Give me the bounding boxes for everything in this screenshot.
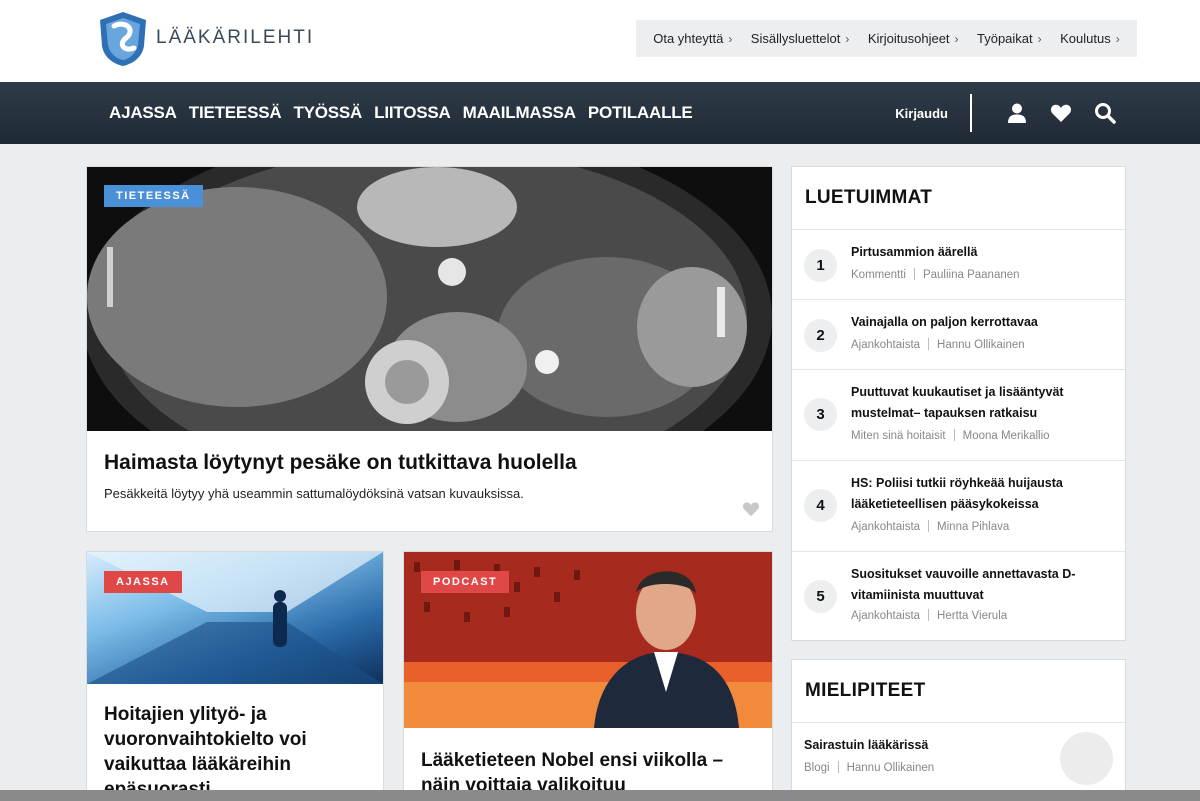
chevron-right-icon: ›	[728, 32, 733, 46]
hero-subtitle: Pesäkkeitä löytyy yhä useammin sattumalö…	[104, 486, 524, 501]
utility-link-guidelines[interactable]: Kirjoitusohjeet ›	[868, 31, 959, 46]
hero-article-card[interactable]: TIETEESSÄ Haimasta löytynyt pesäke on tu…	[86, 166, 773, 532]
site-logo[interactable]: LÄÄKÄRILEHTI	[96, 8, 314, 68]
most-read-title[interactable]: Pirtusammion äärellä	[851, 242, 1091, 263]
nav-actions: Kirjaudu	[895, 82, 1116, 144]
nav-divider	[970, 94, 972, 132]
most-read-meta: Ajankohtaista Hannu Ollikainen	[851, 338, 1025, 351]
opinions-heading: MIELIPITEET	[792, 660, 1125, 723]
category-label[interactable]: Ajankohtaista	[851, 339, 920, 351]
rank-number: 1	[804, 249, 837, 282]
rank-number: 4	[804, 489, 837, 522]
hero-image-ct-scan: TIETEESSÄ	[87, 167, 772, 431]
author-label[interactable]: Minna Pihlava	[937, 521, 1009, 533]
author-label[interactable]: Moona Merikallio	[963, 430, 1050, 442]
rank-number: 5	[804, 580, 837, 613]
heart-icon[interactable]	[1050, 102, 1072, 124]
logo-shield-icon	[100, 12, 146, 66]
opinion-meta: Blogi Hannu Ollikainen	[804, 761, 934, 774]
nav-item-tyossa[interactable]: TYÖSSÄ	[293, 103, 362, 123]
most-read-title[interactable]: HS: Poliisi tutkii röyhkeää huijausta lä…	[851, 473, 1091, 515]
nav-item-ajassa[interactable]: AJASSA	[109, 103, 177, 123]
scroll-to-top-button[interactable]	[1060, 732, 1113, 785]
category-label[interactable]: Blogi	[804, 762, 830, 774]
login-link[interactable]: Kirjaudu	[895, 106, 948, 121]
nav-item-tieteessa[interactable]: TIETEESSÄ	[189, 103, 282, 123]
favorite-heart-icon[interactable]	[742, 501, 760, 517]
category-label[interactable]: Miten sinä hoitaisit	[851, 430, 946, 442]
utility-link-contents[interactable]: Sisällysluettelot ›	[751, 31, 850, 46]
most-read-title[interactable]: Puuttuvat kuukautiset ja lisääntyvät mus…	[851, 382, 1091, 424]
chevron-right-icon: ›	[1037, 32, 1042, 46]
author-label[interactable]: Hannu Ollikainen	[937, 339, 1025, 351]
category-badge[interactable]: TIETEESSÄ	[104, 185, 203, 207]
category-badge[interactable]: PODCAST	[421, 571, 510, 593]
most-read-meta: Ajankohtaista Minna Pihlava	[851, 520, 1009, 533]
nav-item-maailmassa[interactable]: MAAILMASSA	[463, 103, 576, 123]
most-read-item[interactable]: 4 HS: Poliisi tutkii röyhkeää huijausta …	[792, 461, 1125, 552]
article-card[interactable]: AJASSA Hoitajien ylityö- ja vuoronvaihto…	[86, 551, 384, 801]
nav-item-liitossa[interactable]: LIITOSSA	[374, 103, 451, 123]
main-nav: AJASSA TIETEESSÄ TYÖSSÄ LIITOSSA MAAILMA…	[0, 82, 1200, 144]
most-read-item[interactable]: 2 Vainajalla on paljon kerrottavaa Ajank…	[792, 300, 1125, 370]
utility-nav: Ota yhteyttä › Sisällysluettelot › Kirjoit…	[636, 20, 1137, 57]
hospital-corridor-image: AJASSA	[87, 552, 383, 684]
most-read-panel: LUETUIMMAT 1 Pirtusammion äärellä Kommen…	[791, 166, 1126, 641]
nav-item-potilaalle[interactable]: POTILAALLE	[588, 103, 693, 123]
hero-title[interactable]: Haimasta löytynyt pesäke on tutkittava h…	[104, 451, 577, 475]
author-label[interactable]: Pauliina Paananen	[923, 269, 1020, 281]
logo-text: LÄÄKÄRILEHTI	[156, 27, 315, 48]
rank-number: 2	[804, 319, 837, 352]
category-label[interactable]: Kommentti	[851, 269, 906, 281]
most-read-item[interactable]: 3 Puuttuvat kuukautiset ja lisääntyvät m…	[792, 370, 1125, 461]
most-read-title[interactable]: Suositukset vauvoille annettavasta D-vit…	[851, 564, 1091, 606]
rank-number: 3	[804, 398, 837, 431]
category-label[interactable]: Ajankohtaista	[851, 610, 920, 622]
user-icon[interactable]	[1006, 102, 1028, 124]
podcast-image: PODCAST	[404, 552, 772, 728]
most-read-meta: Kommentti Pauliina Paananen	[851, 268, 1020, 281]
utility-link-jobs[interactable]: Työpaikat ›	[977, 31, 1042, 46]
chevron-right-icon: ›	[954, 32, 959, 46]
most-read-meta: Miten sinä hoitaisit Moona Merikallio	[851, 429, 1050, 442]
article-card[interactable]: PODCAST Lääketieteen Nobel ensi viikolla…	[403, 551, 773, 801]
most-read-item[interactable]: 5 Suositukset vauvoille annettavasta D-v…	[792, 552, 1125, 642]
author-label[interactable]: Hertta Vierula	[937, 610, 1007, 622]
category-badge[interactable]: AJASSA	[104, 571, 182, 593]
browser-bottom-bar	[0, 790, 1200, 801]
article-title[interactable]: Hoitajien ylityö- ja vuoronvaihtokielto …	[104, 702, 344, 800]
category-label[interactable]: Ajankohtaista	[851, 521, 920, 533]
utility-link-training[interactable]: Koulutus ›	[1060, 31, 1120, 46]
top-header: LÄÄKÄRILEHTI Ota yhteyttä › Sisällysluett…	[0, 0, 1200, 82]
utility-link-contact[interactable]: Ota yhteyttä ›	[653, 31, 732, 46]
author-label[interactable]: Hannu Ollikainen	[847, 762, 935, 774]
most-read-meta: Ajankohtaista Hertta Vierula	[851, 609, 1007, 622]
opinion-title[interactable]: Sairastuin lääkärissä	[804, 735, 1044, 756]
most-read-title[interactable]: Vainajalla on paljon kerrottavaa	[851, 312, 1091, 333]
most-read-item[interactable]: 1 Pirtusammion äärellä Kommentti Pauliina…	[792, 230, 1125, 300]
most-read-heading: LUETUIMMAT	[792, 167, 1125, 230]
chevron-right-icon: ›	[1115, 32, 1120, 46]
main-nav-links: AJASSA TIETEESSÄ TYÖSSÄ LIITOSSA MAAILMA…	[109, 82, 705, 144]
chevron-right-icon: ›	[845, 32, 850, 46]
search-icon[interactable]	[1094, 102, 1116, 124]
